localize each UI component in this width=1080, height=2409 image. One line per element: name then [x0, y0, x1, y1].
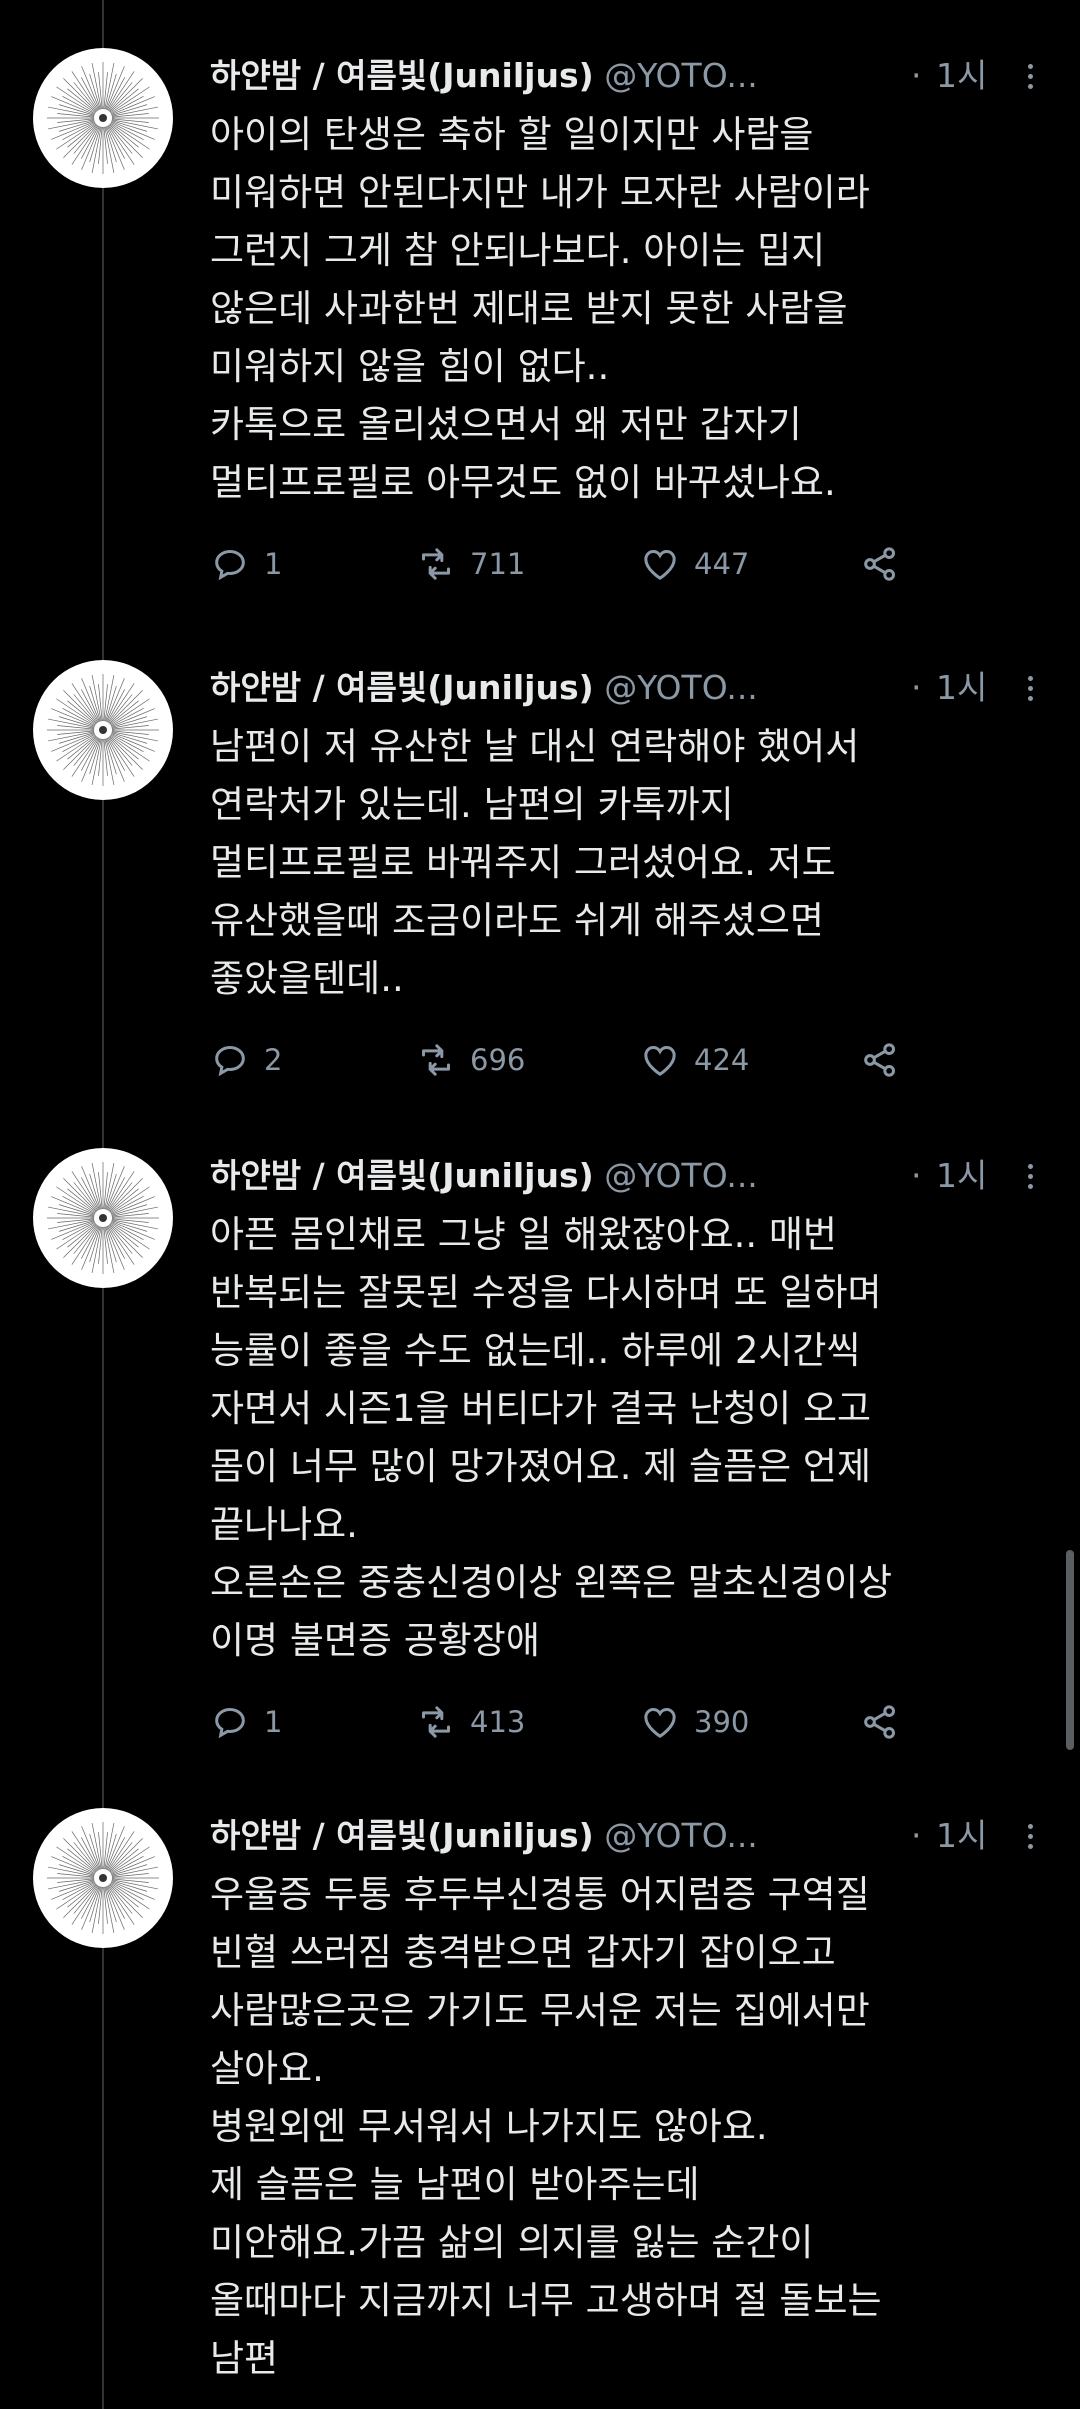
- avatar[interactable]: [33, 48, 173, 188]
- like-count: 424: [694, 1043, 750, 1077]
- reply-icon: [215, 1707, 245, 1739]
- share-button[interactable]: [860, 1692, 900, 1752]
- like-count: 447: [694, 547, 750, 581]
- retweet-icon: [422, 1706, 450, 1738]
- reply-icon: [215, 1045, 245, 1077]
- author-name[interactable]: 하얀밤 / 여름빛(Juniljus): [210, 668, 594, 707]
- author-name[interactable]: 하얀밤 / 여름빛(Juniljus): [210, 1816, 594, 1855]
- like-button[interactable]: 390: [640, 1692, 749, 1752]
- author-handle[interactable]: @YOTO...: [604, 1816, 758, 1855]
- tweet-actions: 1 711 447: [210, 534, 1040, 594]
- reply-count: 1: [264, 1705, 283, 1739]
- sunburst-avatar-icon: [47, 62, 159, 174]
- reply-count: 2: [264, 1043, 283, 1077]
- like-icon: [644, 1045, 676, 1076]
- like-button[interactable]: 424: [640, 1030, 749, 1090]
- tweet-text: 아이의 탄생은 축하 할 일이지만 사람을 미워하면 안된다지만 내가 모자란 …: [210, 113, 870, 504]
- reply-icon: [215, 549, 245, 581]
- share-icon: [864, 1705, 895, 1739]
- retweet-button[interactable]: 711: [416, 534, 525, 594]
- author-name[interactable]: 하얀밤 / 여름빛(Juniljus): [210, 1156, 594, 1195]
- tweet-text: 우울증 두통 후두부신경통 어지럼증 구역질 빈혈 쓰러짐 충격받으면 갑자기 …: [210, 1873, 882, 2380]
- more-icon[interactable]: [1020, 48, 1040, 104]
- like-icon: [644, 549, 676, 580]
- avatar[interactable]: [33, 1148, 173, 1288]
- tweet-time[interactable]: 1시: [936, 48, 987, 104]
- separator-dot: ·: [911, 1816, 922, 1855]
- reply-button[interactable]: 1: [210, 534, 282, 594]
- reply-button[interactable]: 1: [210, 1692, 282, 1752]
- share-button[interactable]: [860, 534, 900, 594]
- author-handle[interactable]: @YOTO...: [604, 668, 758, 707]
- tweet-time[interactable]: 1시: [936, 660, 987, 716]
- tweet-time[interactable]: 1시: [936, 1808, 987, 1864]
- tweet-text: 아픈 몸인채로 그냥 일 해왔잖아요.. 매번 반복되는 잘못된 수정을 다시하…: [210, 1213, 893, 1662]
- avatar[interactable]: [33, 1808, 173, 1948]
- tweet-header: 하얀밤 / 여름빛(Juniljus) @YOTO... · 1시: [210, 1148, 1040, 1204]
- author-name[interactable]: 하얀밤 / 여름빛(Juniljus): [210, 56, 594, 95]
- tweet-time[interactable]: 1시: [936, 1148, 987, 1204]
- more-icon[interactable]: [1020, 1148, 1040, 1204]
- share-icon: [864, 1043, 895, 1077]
- separator-dot: ·: [911, 56, 922, 95]
- retweet-count: 413: [470, 1705, 526, 1739]
- avatar[interactable]: [33, 660, 173, 800]
- share-icon: [864, 547, 895, 581]
- retweet-count: 711: [470, 547, 526, 581]
- retweet-icon: [422, 1044, 450, 1076]
- tweet-header: 하얀밤 / 여름빛(Juniljus) @YOTO... · 1시: [210, 660, 1040, 716]
- reply-count: 1: [264, 547, 283, 581]
- retweet-button[interactable]: 413: [416, 1692, 525, 1752]
- share-button[interactable]: [860, 1030, 900, 1090]
- reply-button[interactable]: 2: [210, 1030, 282, 1090]
- tweet-actions: 2 696 424: [210, 1030, 1040, 1090]
- more-icon[interactable]: [1020, 660, 1040, 716]
- sunburst-avatar-icon: [47, 674, 159, 786]
- tweet-header: 하얀밤 / 여름빛(Juniljus) @YOTO... · 1시: [210, 48, 1040, 104]
- scrollbar-thumb[interactable]: [1066, 1550, 1074, 1750]
- separator-dot: ·: [911, 668, 922, 707]
- retweet-icon: [422, 548, 450, 580]
- separator-dot: ·: [911, 1156, 922, 1195]
- tweet-text: 남편이 저 유산한 날 대신 연락해야 했어서 연락처가 있는데. 남편의 카톡…: [210, 725, 860, 1000]
- retweet-count: 696: [470, 1043, 526, 1077]
- like-icon: [644, 1707, 676, 1738]
- author-handle[interactable]: @YOTO...: [604, 1156, 758, 1195]
- like-button[interactable]: 447: [640, 534, 749, 594]
- more-icon[interactable]: [1020, 1808, 1040, 1864]
- tweet-header: 하얀밤 / 여름빛(Juniljus) @YOTO... · 1시: [210, 1808, 1040, 1864]
- sunburst-avatar-icon: [47, 1162, 159, 1274]
- tweet-actions: 1 413 390: [210, 1692, 1040, 1752]
- like-count: 390: [694, 1705, 750, 1739]
- sunburst-avatar-icon: [47, 1822, 159, 1934]
- author-handle[interactable]: @YOTO...: [604, 56, 758, 95]
- retweet-button[interactable]: 696: [416, 1030, 525, 1090]
